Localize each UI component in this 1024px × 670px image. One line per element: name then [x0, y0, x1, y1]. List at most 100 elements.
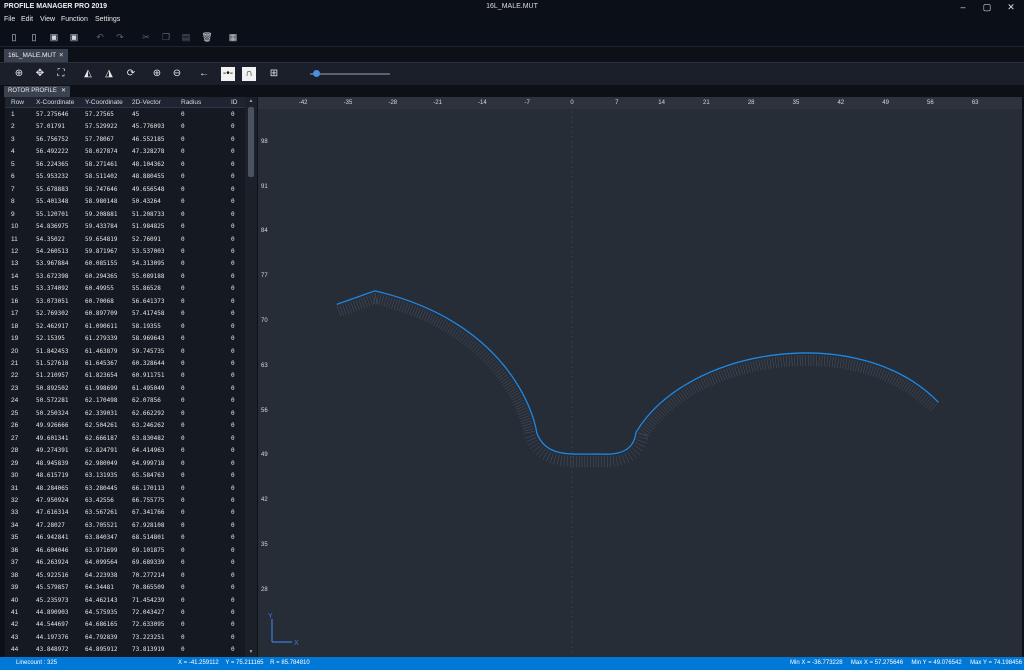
table-row[interactable]: 32 47.950924 63.42556 66.755775 0 0: [5, 495, 245, 507]
new-document-icon[interactable]: ▯: [28, 31, 40, 43]
table-cell: 53.672398: [36, 272, 69, 280]
column-header-y[interactable]: Y-Coordinate: [85, 99, 123, 106]
fit-view-icon[interactable]: ⛶: [54, 67, 68, 81]
table-row[interactable]: 17 52.769302 60.897709 57.417458 0 0: [5, 308, 245, 320]
table-row[interactable]: 25 50.250324 62.339031 62.662292 0 0: [5, 408, 245, 420]
table-row[interactable]: 29 48.945839 62.980049 64.999718 0 0: [5, 458, 245, 470]
flip-icon[interactable]: ◮: [102, 67, 116, 81]
table-row[interactable]: 40 45.235973 64.462143 71.454239 0 0: [5, 595, 245, 607]
table-row[interactable]: 27 49.601341 62.666187 63.830482 0 0: [5, 433, 245, 445]
table-row[interactable]: 10 54.836975 59.433784 51.984825 0 0: [5, 221, 245, 233]
table-row[interactable]: 28 49.274391 62.824791 64.414963 0 0: [5, 445, 245, 457]
delete-icon[interactable]: 🗑: [201, 31, 213, 43]
save-icon[interactable]: ▣: [48, 31, 60, 43]
table-row[interactable]: 31 48.284065 63.280445 66.170113 0 0: [5, 483, 245, 495]
scroll-up-icon[interactable]: ▲: [247, 98, 255, 104]
tab-rotor-profile[interactable]: ROTOR PROFILE ✕: [4, 86, 70, 97]
close-tab-icon[interactable]: ✕: [59, 49, 64, 62]
table-row[interactable]: 34 47.28027 63.705521 67.928108 0 0: [5, 520, 245, 532]
curve-mode-icon[interactable]: ∩: [242, 67, 256, 81]
column-header-id[interactable]: ID: [231, 99, 238, 106]
table-row[interactable]: 6 55.953232 58.511402 48.880455 0 0: [5, 171, 245, 183]
column-header-radius[interactable]: Radius: [181, 99, 201, 106]
table-row[interactable]: 42 44.544697 64.686165 72.633095 0 0: [5, 619, 245, 631]
menu-function[interactable]: Function: [61, 16, 88, 23]
table-row[interactable]: 3 56.756752 57.78067 46.552185 0 0: [5, 134, 245, 146]
table-cell: 67.928108: [132, 521, 165, 529]
remove-point-icon[interactable]: ⊖: [170, 67, 184, 81]
grid-toggle-icon[interactable]: ⊞: [267, 67, 281, 81]
table-row[interactable]: 39 45.579857 64.34481 70.865509 0 0: [5, 582, 245, 594]
offset-mark: [788, 355, 790, 367]
close-icon[interactable]: ✕: [1000, 1, 1022, 13]
offset-mark: [896, 377, 903, 388]
new-file-icon[interactable]: ▯: [8, 31, 20, 43]
table-row[interactable]: 15 53.374092 60.49955 55.86528 0 0: [5, 283, 245, 295]
table-row[interactable]: 26 49.926666 62.504261 63.246262 0 0: [5, 420, 245, 432]
table-row[interactable]: 16 53.073051 60.70068 56.641373 0 0: [5, 296, 245, 308]
table-row[interactable]: 24 50.572281 62.170498 62.07856 0 0: [5, 395, 245, 407]
menu-view[interactable]: View: [40, 16, 55, 23]
back-arrow-icon[interactable]: ←: [197, 67, 211, 81]
table-row[interactable]: 19 52.15395 61.279339 58.969643 0 0: [5, 333, 245, 345]
save-as-icon[interactable]: ▣: [68, 31, 80, 43]
table-cell: 58.027874: [85, 148, 118, 156]
table-row[interactable]: 8 55.401348 58.980148 50.43264 0 0: [5, 196, 245, 208]
rotate-icon[interactable]: ⟳: [124, 67, 138, 81]
scroll-down-icon[interactable]: ▼: [247, 649, 255, 655]
table-row[interactable]: 30 48.615719 63.131935 65.584763 0 0: [5, 470, 245, 482]
minimize-icon[interactable]: –: [952, 1, 974, 13]
table-cell: 0: [181, 384, 185, 392]
copy-icon[interactable]: ❐: [160, 31, 172, 43]
point-mode-icon[interactable]: -•-: [221, 67, 235, 81]
table-row[interactable]: 1 57.275646 57.27565 45 0 0: [5, 109, 245, 121]
profile-plot-area[interactable]: -42 -35 -28 -21 -14 -7 0 7 14 21 28 35 42 49 56 63 98 91…: [258, 97, 1022, 657]
table-row[interactable]: 7 55.678883 58.747646 49.656548 0 0: [5, 184, 245, 196]
table-row[interactable]: 36 46.604046 63.971699 69.101875 0 0: [5, 545, 245, 557]
menu-file[interactable]: File: [4, 16, 15, 23]
column-header-x[interactable]: X-Coordinate: [36, 99, 74, 106]
offset-mark: [761, 359, 764, 370]
redo-icon[interactable]: ↷: [114, 31, 126, 43]
table-row[interactable]: 35 46.942841 63.840347 68.514801 0 0: [5, 532, 245, 544]
table-row[interactable]: 18 52.462917 61.090611 58.19355 0 0: [5, 321, 245, 333]
table-row[interactable]: 22 51.210957 61.823654 60.911751 0 0: [5, 370, 245, 382]
table-row[interactable]: 20 51.842453 61.463879 59.745735 0 0: [5, 346, 245, 358]
document-tab[interactable]: 16L_MALE.MUT ✕: [4, 49, 68, 62]
column-header-2d-vector[interactable]: 2D-Vector: [132, 99, 161, 106]
cut-icon[interactable]: ✂: [140, 31, 152, 43]
table-row[interactable]: 5 56.224365 58.271461 48.104362 0 0: [5, 159, 245, 171]
column-header-row[interactable]: Row: [11, 99, 24, 106]
maximize-icon[interactable]: ▢: [976, 1, 998, 13]
table-row[interactable]: 21 51.527618 61.645367 60.328644 0 0: [5, 358, 245, 370]
table-row[interactable]: 38 45.922516 64.223938 70.277214 0 0: [5, 570, 245, 582]
table-row[interactable]: 23 50.892502 61.998699 61.495049 0 0: [5, 383, 245, 395]
table-row[interactable]: 2 57.01791 57.529922 45.776093 0 0: [5, 121, 245, 133]
table-row[interactable]: 37 46.263924 64.099564 69.689339 0 0: [5, 557, 245, 569]
table-row[interactable]: 4 56.492222 58.027874 47.328278 0 0: [5, 146, 245, 158]
add-point-icon[interactable]: ⊕: [150, 67, 164, 81]
mirror-icon[interactable]: ◭: [81, 67, 95, 81]
table-row[interactable]: 44 43.848972 64.895912 73.813919 0 0: [5, 644, 245, 656]
table-row[interactable]: 33 47.616314 63.567261 67.341766 0 0: [5, 507, 245, 519]
close-view-tab-icon[interactable]: ✕: [61, 86, 66, 97]
grid-select-icon[interactable]: ▦: [227, 31, 239, 43]
table-row[interactable]: 13 53.967884 60.085155 54.313095 0 0: [5, 258, 245, 270]
menu-settings[interactable]: Settings: [95, 16, 120, 23]
table-row[interactable]: 11 54.35022 59.654819 52.76091 0 0: [5, 234, 245, 246]
pan-icon[interactable]: ✥: [33, 67, 47, 81]
zoom-slider-handle[interactable]: [313, 70, 320, 77]
table-row[interactable]: 14 53.672398 60.294365 55.089188 0 0: [5, 271, 245, 283]
table-scrollbar[interactable]: ▲ ▼: [245, 97, 257, 657]
table-row[interactable]: 43 44.197376 64.792839 73.223251 0 0: [5, 632, 245, 644]
scrollbar-thumb[interactable]: [248, 107, 254, 177]
table-row[interactable]: 12 54.260513 59.871967 53.537003 0 0: [5, 246, 245, 258]
table-row[interactable]: 9 55.120701 59.208881 51.208733 0 0: [5, 209, 245, 221]
paste-icon[interactable]: ▤: [180, 31, 192, 43]
menu-edit[interactable]: Edit: [21, 16, 33, 23]
profile-canvas[interactable]: Y X: [258, 97, 1022, 657]
table-row[interactable]: 41 44.890903 64.575935 72.043427 0 0: [5, 607, 245, 619]
zoom-in-icon[interactable]: ⊕: [12, 67, 26, 81]
zoom-slider-track[interactable]: [310, 73, 390, 75]
undo-icon[interactable]: ↶: [94, 31, 106, 43]
